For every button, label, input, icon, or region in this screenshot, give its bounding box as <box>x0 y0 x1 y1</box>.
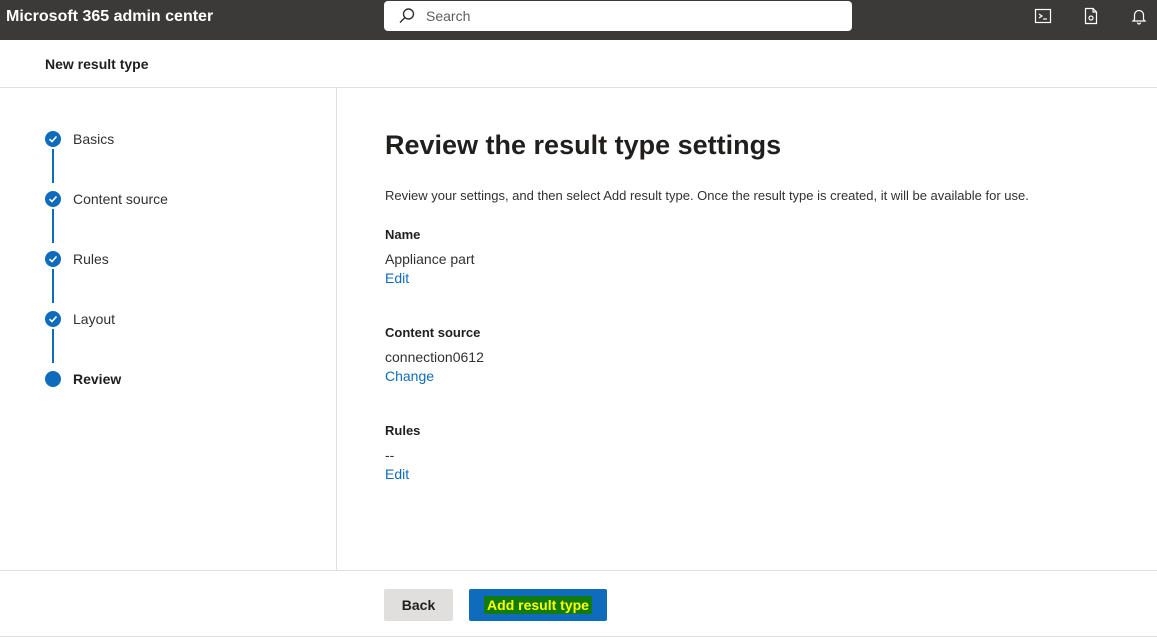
name-label: Name <box>385 227 421 242</box>
step-connector <box>52 209 54 243</box>
bell-icon[interactable] <box>1130 7 1148 25</box>
step-content-source[interactable]: Content source <box>45 189 325 209</box>
rules-value: -- <box>385 447 395 463</box>
search-input[interactable] <box>426 1 826 31</box>
check-icon <box>45 251 61 267</box>
step-connector <box>52 329 54 363</box>
step-review[interactable]: Review <box>45 369 325 389</box>
step-label: Content source <box>73 191 168 207</box>
check-icon <box>45 131 61 147</box>
edit-rules-link[interactable]: Edit <box>385 466 409 482</box>
check-icon <box>45 191 61 207</box>
rules-label: Rules <box>385 423 421 438</box>
page-title: Review the result type settings <box>385 130 782 160</box>
change-content-source-link[interactable]: Change <box>385 368 434 384</box>
step-rules[interactable]: Rules <box>45 249 325 269</box>
panel-title: New result type <box>45 56 149 72</box>
wizard-steps <box>0 88 337 570</box>
check-icon <box>45 311 61 327</box>
add-result-type-label: Add result type <box>484 596 592 614</box>
top-bar: Microsoft 365 admin center <box>0 0 1157 40</box>
step-connector <box>52 149 54 183</box>
current-step-icon <box>45 371 61 387</box>
app-title[interactable]: Microsoft 365 admin center <box>6 8 213 26</box>
terminal-icon[interactable] <box>1034 7 1052 25</box>
step-basics[interactable]: Basics <box>45 129 325 149</box>
search-box[interactable] <box>384 1 852 31</box>
step-label: Layout <box>73 311 116 327</box>
panel-header: New result type <box>0 40 1157 88</box>
step-connector <box>52 269 54 303</box>
page-description: Review your settings, and then select Ad… <box>385 188 1029 203</box>
edit-name-link[interactable]: Edit <box>385 270 409 286</box>
add-result-type-button[interactable]: Add result type <box>469 589 607 621</box>
back-button[interactable]: Back <box>384 589 453 621</box>
content-source-value: connection0612 <box>385 349 484 365</box>
wizard-footer: Back Add result type <box>0 570 1157 637</box>
step-label: Rules <box>73 251 109 267</box>
step-label: Basics <box>73 131 115 147</box>
name-value: Appliance part <box>385 251 475 267</box>
search-icon <box>399 8 415 23</box>
document-settings-icon[interactable] <box>1082 7 1100 25</box>
content-source-label: Content source <box>385 325 481 340</box>
step-layout[interactable]: Layout <box>45 309 325 329</box>
step-label: Review <box>73 371 122 387</box>
